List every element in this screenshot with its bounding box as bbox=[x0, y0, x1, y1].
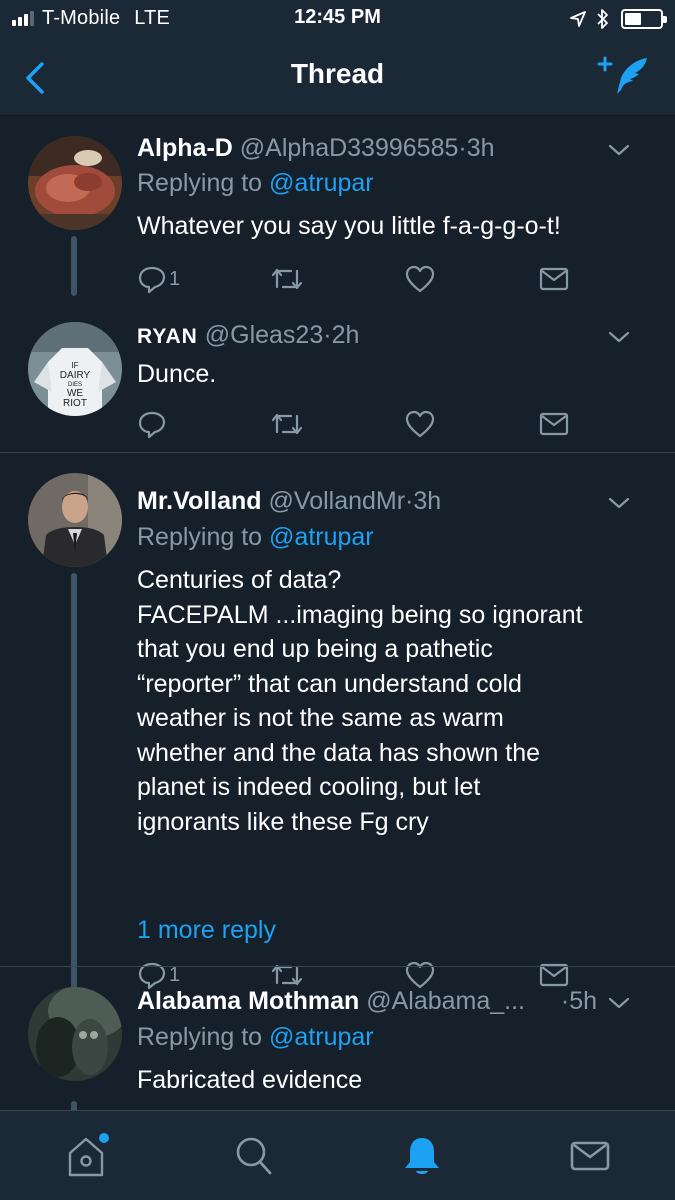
home-icon bbox=[68, 1133, 109, 1177]
reply-button[interactable] bbox=[137, 406, 169, 442]
display-name[interactable]: RYAN bbox=[137, 325, 198, 348]
username[interactable]: @VollandMr bbox=[269, 487, 406, 515]
tab-messages[interactable] bbox=[560, 1131, 620, 1181]
avatar-image bbox=[28, 136, 122, 230]
tweet-alabama-mothman[interactable]: Alabama Mothman @Alabama_... ·5h Replyin… bbox=[0, 967, 675, 1110]
avatar-image bbox=[28, 987, 122, 1081]
notifications-bell-icon bbox=[405, 1138, 439, 1174]
reply-count: 1 bbox=[169, 267, 181, 290]
compose-tweet-icon[interactable] bbox=[597, 54, 653, 98]
replying-to-prefix: Replying to bbox=[137, 523, 263, 551]
thread-feed[interactable]: Alpha-D @AlphaD33996585·3h Replying to @… bbox=[0, 116, 675, 1110]
tweet-actions bbox=[137, 406, 577, 442]
display-name[interactable]: Alpha-D bbox=[137, 134, 233, 162]
retweet-icon bbox=[271, 268, 303, 290]
thread-connector-line bbox=[71, 1101, 77, 1110]
chevron-down-icon[interactable] bbox=[607, 142, 631, 158]
tweet-text: Fabricated evidence bbox=[137, 1066, 363, 1094]
envelope-icon bbox=[539, 412, 569, 436]
avatar-image bbox=[28, 473, 122, 567]
tweet-header: Mr.Volland @VollandMr·3h bbox=[137, 487, 655, 519]
svg-text:IF: IF bbox=[71, 361, 78, 370]
avatar[interactable]: IF DAIRY DIES WE RIOT bbox=[28, 322, 122, 416]
chevron-down-icon[interactable] bbox=[607, 995, 631, 1011]
tweet-actions: 1 bbox=[137, 261, 577, 297]
page-title: Thread bbox=[290, 58, 385, 89]
avatar[interactable] bbox=[28, 473, 122, 567]
mention-link[interactable]: @atrupar bbox=[269, 523, 374, 551]
username[interactable]: @Alabama_... bbox=[366, 987, 525, 1015]
retweet-button[interactable] bbox=[271, 406, 303, 442]
timestamp: 2h bbox=[331, 321, 360, 349]
replying-to: Replying to @atrupar bbox=[137, 1023, 374, 1052]
retweet-icon bbox=[271, 413, 303, 435]
location-arrow-icon bbox=[570, 11, 586, 27]
envelope-icon bbox=[539, 267, 569, 291]
navigation-bar: Thread bbox=[0, 38, 675, 116]
tweet-text: Dunce. bbox=[137, 360, 217, 388]
heart-icon bbox=[405, 265, 435, 293]
tweet-alpha-d[interactable]: Alpha-D @AlphaD33996585·3h Replying to @… bbox=[0, 116, 675, 306]
tweet-mr-volland[interactable]: Mr.Volland @VollandMr·3h Replying to @at… bbox=[0, 453, 675, 1013]
display-name[interactable]: Mr.Volland bbox=[137, 487, 262, 515]
battery-icon bbox=[621, 9, 667, 29]
tab-search[interactable] bbox=[224, 1131, 284, 1181]
reply-button[interactable]: 1 bbox=[137, 261, 180, 297]
chevron-down-icon[interactable] bbox=[607, 329, 631, 345]
bluetooth-icon bbox=[597, 9, 608, 29]
replying-to-prefix: Replying to bbox=[137, 1023, 263, 1051]
tweet-text: Centuries of data? FACEPALM ...imaging b… bbox=[137, 566, 583, 836]
thread-connector-line bbox=[71, 236, 77, 296]
username[interactable]: @Gleas23 bbox=[205, 321, 324, 349]
avatar-image: IF DAIRY DIES WE RIOT bbox=[28, 322, 122, 416]
separator-dot: · bbox=[560, 987, 570, 1015]
direct-message-button[interactable] bbox=[539, 406, 569, 442]
svg-text:RIOT: RIOT bbox=[63, 398, 87, 409]
timestamp: 3h bbox=[466, 134, 495, 162]
tweet-ryan[interactable]: IF DAIRY DIES WE RIOT RYAN @Gleas23·2h D… bbox=[0, 306, 675, 452]
chevron-down-icon[interactable] bbox=[607, 495, 631, 511]
svg-text:DAIRY: DAIRY bbox=[60, 370, 91, 381]
notification-dot bbox=[99, 1133, 109, 1143]
heart-icon bbox=[405, 410, 435, 438]
tweet-text: Whatever you say you little f-a-g-g-o-t! bbox=[137, 212, 561, 240]
show-more-replies-link[interactable]: 1 more reply bbox=[137, 916, 276, 945]
tab-home[interactable] bbox=[56, 1131, 116, 1181]
replying-to-prefix: Replying to bbox=[137, 169, 263, 197]
avatar[interactable] bbox=[28, 136, 122, 230]
like-button[interactable] bbox=[405, 406, 435, 442]
replying-to: Replying to @atrupar bbox=[137, 169, 374, 198]
messages-envelope-icon bbox=[570, 1141, 610, 1171]
timestamp: 3h bbox=[413, 487, 442, 515]
thread-connector-line bbox=[71, 573, 77, 1013]
search-icon bbox=[236, 1137, 272, 1175]
display-name[interactable]: Alabama Mothman bbox=[137, 987, 359, 1015]
reply-icon bbox=[138, 266, 166, 294]
replying-to: Replying to @atrupar bbox=[137, 523, 374, 552]
tweet-header: Alabama Mothman @Alabama_... ·5h bbox=[137, 987, 655, 1019]
timestamp-group: ·5h bbox=[561, 987, 597, 1016]
status-bar: T-Mobile LTE 12:45 PM bbox=[0, 0, 675, 38]
tweet-header: RYAN @Gleas23·2h bbox=[137, 321, 655, 353]
more-replies-dots bbox=[71, 920, 77, 944]
tab-notifications[interactable] bbox=[392, 1131, 452, 1181]
mention-link[interactable]: @atrupar bbox=[269, 169, 374, 197]
like-button[interactable] bbox=[405, 261, 435, 297]
avatar[interactable] bbox=[28, 987, 122, 1081]
separator-dot: · bbox=[323, 321, 332, 349]
username[interactable]: @AlphaD33996585 bbox=[240, 134, 459, 162]
separator-dot: · bbox=[458, 134, 467, 162]
mention-link[interactable]: @atrupar bbox=[269, 1023, 374, 1051]
tab-bar bbox=[0, 1110, 675, 1200]
tweet-header: Alpha-D @AlphaD33996585·3h bbox=[137, 134, 655, 166]
timestamp: 5h bbox=[569, 987, 597, 1015]
reply-icon bbox=[138, 411, 166, 439]
retweet-button[interactable] bbox=[271, 261, 303, 297]
direct-message-button[interactable] bbox=[539, 261, 569, 297]
